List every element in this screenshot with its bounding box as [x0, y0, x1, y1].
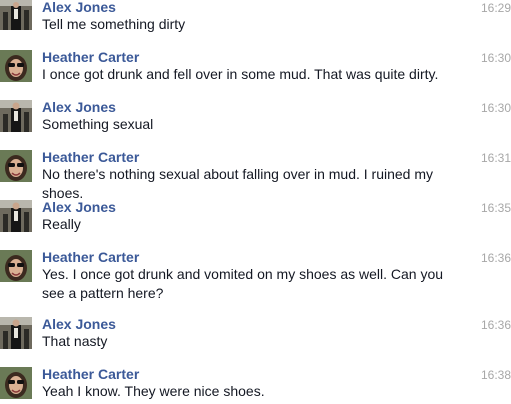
message-text: Really	[42, 216, 81, 232]
message-timestamp: 16:36	[480, 251, 511, 265]
sender-name[interactable]: Heather Carter	[42, 249, 139, 265]
message-timestamp: 16:36	[480, 318, 511, 332]
heather-avatar[interactable]	[0, 250, 32, 282]
alex-avatar[interactable]	[0, 0, 32, 30]
message-text: Tell me something dirty	[42, 16, 186, 32]
message-text: Something sexual	[42, 116, 154, 132]
message-text: Yeah I know. They were nice shoes.	[42, 383, 265, 399]
message-text: Yes. I once got drunk and vomited on my …	[42, 266, 444, 301]
alex-avatar[interactable]	[0, 100, 32, 132]
message-timestamp: 16:31	[480, 151, 511, 165]
message-timestamp: 16:30	[480, 51, 511, 65]
sender-name[interactable]: Heather Carter	[42, 49, 139, 65]
message-text: That nasty	[42, 333, 108, 349]
message-timestamp: 16:29	[480, 1, 511, 15]
sender-name[interactable]: Alex Jones	[42, 0, 116, 15]
heather-avatar[interactable]	[0, 367, 32, 399]
sender-name[interactable]: Alex Jones	[42, 316, 116, 332]
message-timestamp: 16:30	[480, 101, 511, 115]
heather-avatar[interactable]	[0, 150, 32, 182]
alex-avatar[interactable]	[0, 317, 32, 349]
message-text: No there's nothing sexual about falling …	[42, 166, 434, 201]
sender-name[interactable]: Alex Jones	[42, 99, 116, 115]
sender-name[interactable]: Heather Carter	[42, 149, 139, 165]
alex-avatar[interactable]	[0, 200, 32, 232]
sender-name[interactable]: Heather Carter	[42, 366, 139, 382]
heather-avatar[interactable]	[0, 50, 32, 82]
message-text: I once got drunk and fell over in some m…	[42, 66, 439, 82]
message-timestamp: 16:35	[480, 201, 511, 215]
sender-name[interactable]: Alex Jones	[42, 199, 116, 215]
message-thread: Alex Jones 16:29 Tell me something dirty…	[0, 0, 511, 404]
message-timestamp: 16:38	[480, 368, 511, 382]
